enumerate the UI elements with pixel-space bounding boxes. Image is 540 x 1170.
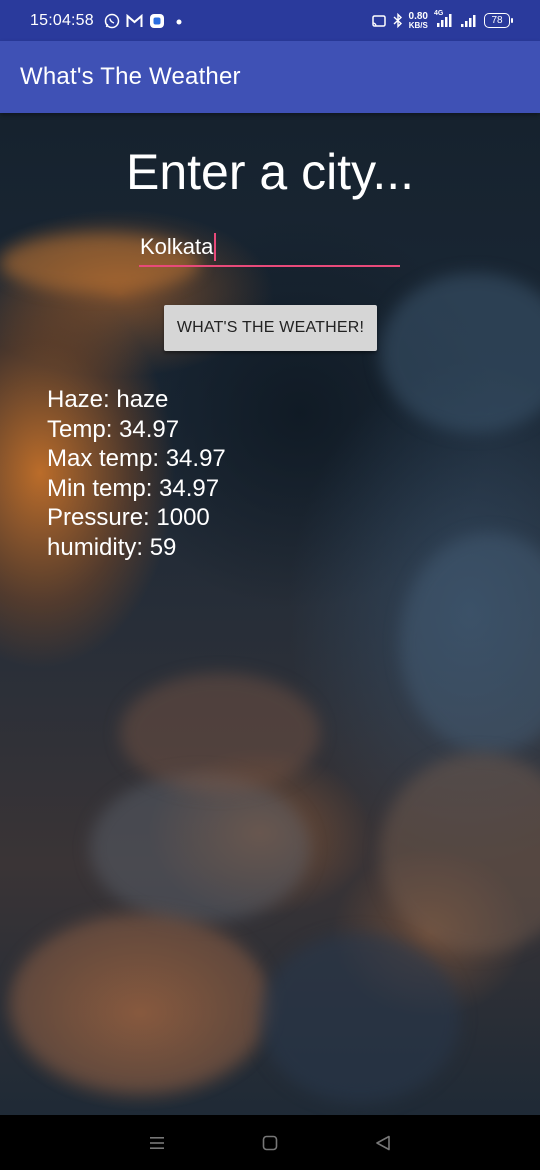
- page-title: Enter a city...: [125, 144, 415, 200]
- network-speed-unit: KB/S: [408, 20, 428, 30]
- battery-icon: 78: [484, 13, 513, 28]
- min-temperature: Min temp: 34.97: [47, 474, 220, 502]
- pressure: Pressure: 1000: [47, 504, 210, 531]
- status-left: 15:04:58: [30, 12, 187, 30]
- app-title: What's The Weather: [20, 63, 241, 90]
- bluetooth-icon: [393, 13, 403, 28]
- status-time: 15:04:58: [30, 11, 94, 29]
- main-content: Enter a city... Kolkata WHAT'S THE WEATH…: [0, 113, 540, 1115]
- network-speed: 0.80 KB/S: [408, 10, 428, 30]
- navigation-bar: [0, 1115, 540, 1170]
- city-input-value: Kolkata: [140, 234, 214, 259]
- battery-level: 78: [491, 15, 503, 26]
- cast-icon: [371, 14, 387, 28]
- signal-4g-icon: 4G: [434, 10, 454, 28]
- menu-icon[interactable]: [137, 1123, 177, 1163]
- temperature: Temp: 34.97: [47, 415, 180, 443]
- network-type: 4G: [434, 9, 444, 17]
- app-bar: What's The Weather: [0, 41, 540, 113]
- status-right: 0.80 KB/S 4G 78: [371, 10, 513, 30]
- back-icon[interactable]: [363, 1123, 403, 1163]
- humidity: humidity: 59: [47, 533, 177, 561]
- weather-description: Haze: haze: [47, 386, 169, 413]
- network-speed-value: 0.80: [408, 10, 428, 22]
- weather-results: Haze: haze Temp: 34.97 Max temp: 34.97 M…: [47, 385, 226, 562]
- home-icon[interactable]: [250, 1123, 290, 1163]
- more-notifications-dot-icon: [171, 13, 187, 29]
- signal-strength-icon: [460, 14, 478, 28]
- city-input[interactable]: Kolkata: [139, 229, 400, 267]
- whats-the-weather-button[interactable]: WHAT'S THE WEATHER!: [164, 305, 377, 351]
- text-cursor: [214, 233, 217, 261]
- max-temperature: Max temp: 34.97: [47, 445, 226, 472]
- status-bar: 15:04:58 0.80 KB/S 4G 78: [0, 0, 540, 41]
- gmail-icon: [126, 13, 143, 28]
- form-layer: Enter a city... Kolkata WHAT'S THE WEATH…: [0, 113, 540, 1115]
- whatsapp-icon: [104, 13, 120, 29]
- app-notification-icon: [149, 13, 165, 29]
